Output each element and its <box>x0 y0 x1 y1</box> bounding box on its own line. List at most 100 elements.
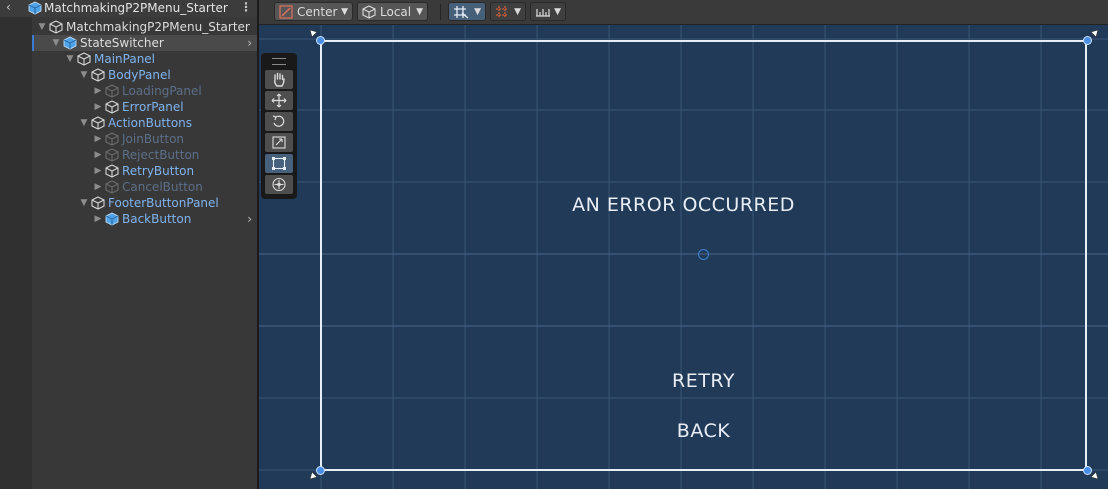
open-prefab-chevron-icon[interactable]: › <box>247 211 252 227</box>
rect-tool-icon <box>272 157 286 170</box>
scene-canvas[interactable]: AN ERROR OCCURRED RETRY BACK <box>259 25 1108 489</box>
hierarchy-item[interactable]: ▼ BodyPanel <box>32 67 258 83</box>
hierarchy-item[interactable]: ▼ FooterButtonPanel <box>32 195 258 211</box>
hierarchy-item[interactable]: ▶ JoinButton <box>32 131 258 147</box>
hierarchy-item[interactable]: ▶ CancelButton <box>32 179 258 195</box>
dropdown-caret-icon: ▼ <box>554 7 561 17</box>
pivot-mode-label: Center <box>297 5 338 19</box>
hand-tool-button[interactable] <box>265 70 293 89</box>
hierarchy-item-label: ErrorPanel <box>122 100 184 114</box>
hierarchy-item[interactable]: ▶ LoadingPanel <box>32 83 258 99</box>
gameobject-cube-icon <box>91 68 105 82</box>
anchor-arrow-icon[interactable] <box>1089 470 1099 480</box>
scene-tools-overlay <box>261 53 297 199</box>
ruler-toggle-button[interactable]: ▼ <box>530 2 566 21</box>
toolbar-separator <box>440 4 441 20</box>
hierarchy-panel: ‹ MatchmakingP2PMenu_Starter ⋮ ▼ Matchmak… <box>0 0 258 489</box>
hierarchy-item-label: JoinButton <box>122 132 185 146</box>
error-title-text: AN ERROR OCCURRED <box>572 194 795 216</box>
open-prefab-chevron-icon[interactable]: › <box>247 35 252 51</box>
gameobject-cube-icon <box>105 180 119 194</box>
more-options-icon[interactable]: ⋮ <box>240 0 252 14</box>
rotate-tool-button[interactable] <box>265 112 293 131</box>
expand-arrow-icon[interactable]: ▶ <box>93 84 103 98</box>
hierarchy-item[interactable]: ▶ BackButton › <box>32 211 258 227</box>
prefab-cube-icon <box>28 1 42 18</box>
prefab-cube-icon <box>63 36 77 50</box>
gameobject-cube-icon <box>49 20 63 34</box>
hierarchy-item-label: BodyPanel <box>108 68 171 82</box>
collapse-arrow-icon[interactable]: ▼ <box>79 196 89 210</box>
ruler-icon <box>535 5 551 25</box>
anchor-arrow-icon[interactable] <box>1089 29 1099 39</box>
hierarchy-item-label: MainPanel <box>94 52 156 66</box>
grid-toggle-button[interactable]: ▼ <box>448 2 486 21</box>
gameobject-cube-icon <box>105 148 119 162</box>
hierarchy-item-label: LoadingPanel <box>122 84 202 98</box>
hierarchy-item[interactable]: ▼ MainPanel <box>32 51 258 67</box>
back-button-label[interactable]: BACK <box>259 420 1108 442</box>
pivot-rotation-label: Local <box>380 5 412 19</box>
dropdown-caret-icon: ▼ <box>514 7 521 17</box>
hierarchy-item-label: CancelButton <box>122 180 203 194</box>
back-arrow-icon[interactable]: ‹ <box>6 0 11 14</box>
collapse-arrow-icon[interactable]: ▼ <box>65 52 75 66</box>
prefab-stage-title: MatchmakingP2PMenu_Starter <box>44 1 228 15</box>
hierarchy-item-label: MatchmakingP2PMenu_Starter <box>66 20 250 34</box>
scale-tool-button[interactable] <box>265 133 293 152</box>
expand-arrow-icon[interactable]: ▶ <box>93 164 103 178</box>
hierarchy-item-label: RejectButton <box>122 148 200 162</box>
collapse-arrow-icon[interactable]: ▼ <box>79 116 89 130</box>
gameobject-cube-icon <box>105 84 119 98</box>
hierarchy-item[interactable]: ▼ ActionButtons <box>32 115 258 131</box>
hierarchy-item[interactable]: ▶ RetryButton <box>32 163 258 179</box>
expand-arrow-icon[interactable]: ▶ <box>93 212 103 226</box>
hierarchy-item-label: RetryButton <box>122 164 195 178</box>
pivot-rotation-dropdown[interactable]: Local ▼ <box>357 2 428 21</box>
move-icon <box>271 93 287 108</box>
overlay-drag-handle[interactable] <box>272 58 286 65</box>
hierarchy-item-label: BackButton <box>122 212 192 226</box>
dropdown-caret-icon: ▼ <box>474 7 481 17</box>
hierarchy-item-label: StateSwitcher <box>80 36 164 50</box>
gameobject-cube-icon <box>105 132 119 146</box>
pivot-circle[interactable] <box>698 249 709 260</box>
hierarchy-item[interactable]: ▼ StateSwitcher › <box>32 35 258 51</box>
scene-toolbar: Center ▼ Local ▼ ▼ ▼ ▼ <box>259 0 1108 25</box>
rect-tool-button[interactable] <box>265 154 293 173</box>
gameobject-cube-icon <box>91 116 105 130</box>
prefab-cube-icon <box>105 212 119 226</box>
hierarchy-gutter <box>0 0 32 489</box>
rotate-icon <box>272 115 285 127</box>
collapse-arrow-icon[interactable]: ▼ <box>37 20 47 34</box>
collapse-arrow-icon[interactable]: ▼ <box>51 36 61 50</box>
gameobject-cube-icon <box>91 196 105 210</box>
retry-button-label[interactable]: RETRY <box>259 370 1108 392</box>
hierarchy-item-label: FooterButtonPanel <box>108 196 219 210</box>
hierarchy-item[interactable]: ▶ ErrorPanel <box>32 99 258 115</box>
gameobject-cube-icon <box>105 164 119 178</box>
scene-view[interactable]: Center ▼ Local ▼ ▼ ▼ ▼ AN ERROR OCCURRED… <box>259 0 1108 489</box>
snap-increment-icon <box>495 5 511 25</box>
hierarchy-item[interactable]: ▼ MatchmakingP2PMenu_Starter <box>32 19 258 35</box>
transform-icon <box>272 177 286 192</box>
pivot-icon <box>279 5 293 25</box>
hierarchy-item[interactable]: ▶ RejectButton <box>32 147 258 163</box>
dropdown-caret-icon: ▼ <box>416 7 423 17</box>
hand-icon <box>274 72 285 87</box>
expand-arrow-icon[interactable]: ▶ <box>93 100 103 114</box>
anchor-arrow-icon[interactable] <box>309 470 319 480</box>
collapse-arrow-icon[interactable]: ▼ <box>79 68 89 82</box>
transform-tool-button[interactable] <box>265 175 293 194</box>
increment-snap-button[interactable]: ▼ <box>490 2 526 21</box>
anchor-arrow-icon[interactable] <box>309 29 319 39</box>
expand-arrow-icon[interactable]: ▶ <box>93 180 103 194</box>
pivot-mode-dropdown[interactable]: Center ▼ <box>274 2 353 21</box>
move-tool-button[interactable] <box>265 91 293 110</box>
expand-arrow-icon[interactable]: ▶ <box>93 132 103 146</box>
expand-arrow-icon[interactable]: ▶ <box>93 148 103 162</box>
hierarchy-item-label: ActionButtons <box>108 116 193 130</box>
scale-icon <box>272 136 286 149</box>
gameobject-cube-icon <box>105 100 119 114</box>
grid-snap-icon <box>453 5 469 25</box>
